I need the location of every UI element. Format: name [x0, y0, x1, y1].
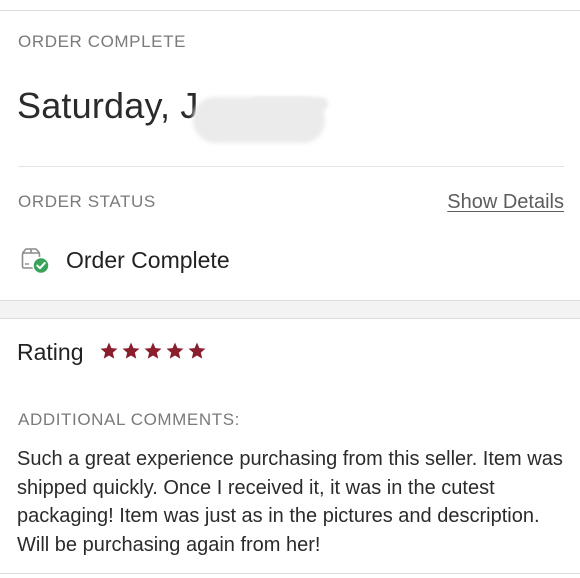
card-separator — [0, 300, 580, 319]
show-details-link[interactable]: Show Details — [447, 191, 564, 214]
redaction-mark-top — [250, 97, 328, 111]
bottom-divider — [0, 573, 580, 574]
rating-label: Rating — [17, 339, 84, 365]
order-complete-heading: ORDER COMPLETE — [18, 32, 187, 51]
rating-stars — [99, 341, 207, 361]
star-icon — [144, 342, 162, 359]
star-icon — [100, 342, 118, 359]
star-icon — [122, 342, 140, 359]
star-icon — [188, 342, 206, 359]
order-summary-card: ORDER COMPLETE Saturday, J ORDER STATUS … — [0, 11, 580, 300]
order-status-heading: ORDER STATUS — [18, 192, 156, 211]
section-divider — [18, 166, 564, 167]
order-status-text: Order Complete — [66, 247, 230, 273]
star-icon — [166, 342, 184, 359]
order-date: Saturday, J — [17, 85, 199, 126]
additional-comments-heading: ADDITIONAL COMMENTS: — [18, 410, 240, 429]
review-comment-text: Such a great experience purchasing from … — [17, 448, 563, 556]
package-check-icon — [21, 248, 50, 275]
review-card: Rating ADDITIONAL COMMENTS: Such a great… — [0, 319, 580, 578]
